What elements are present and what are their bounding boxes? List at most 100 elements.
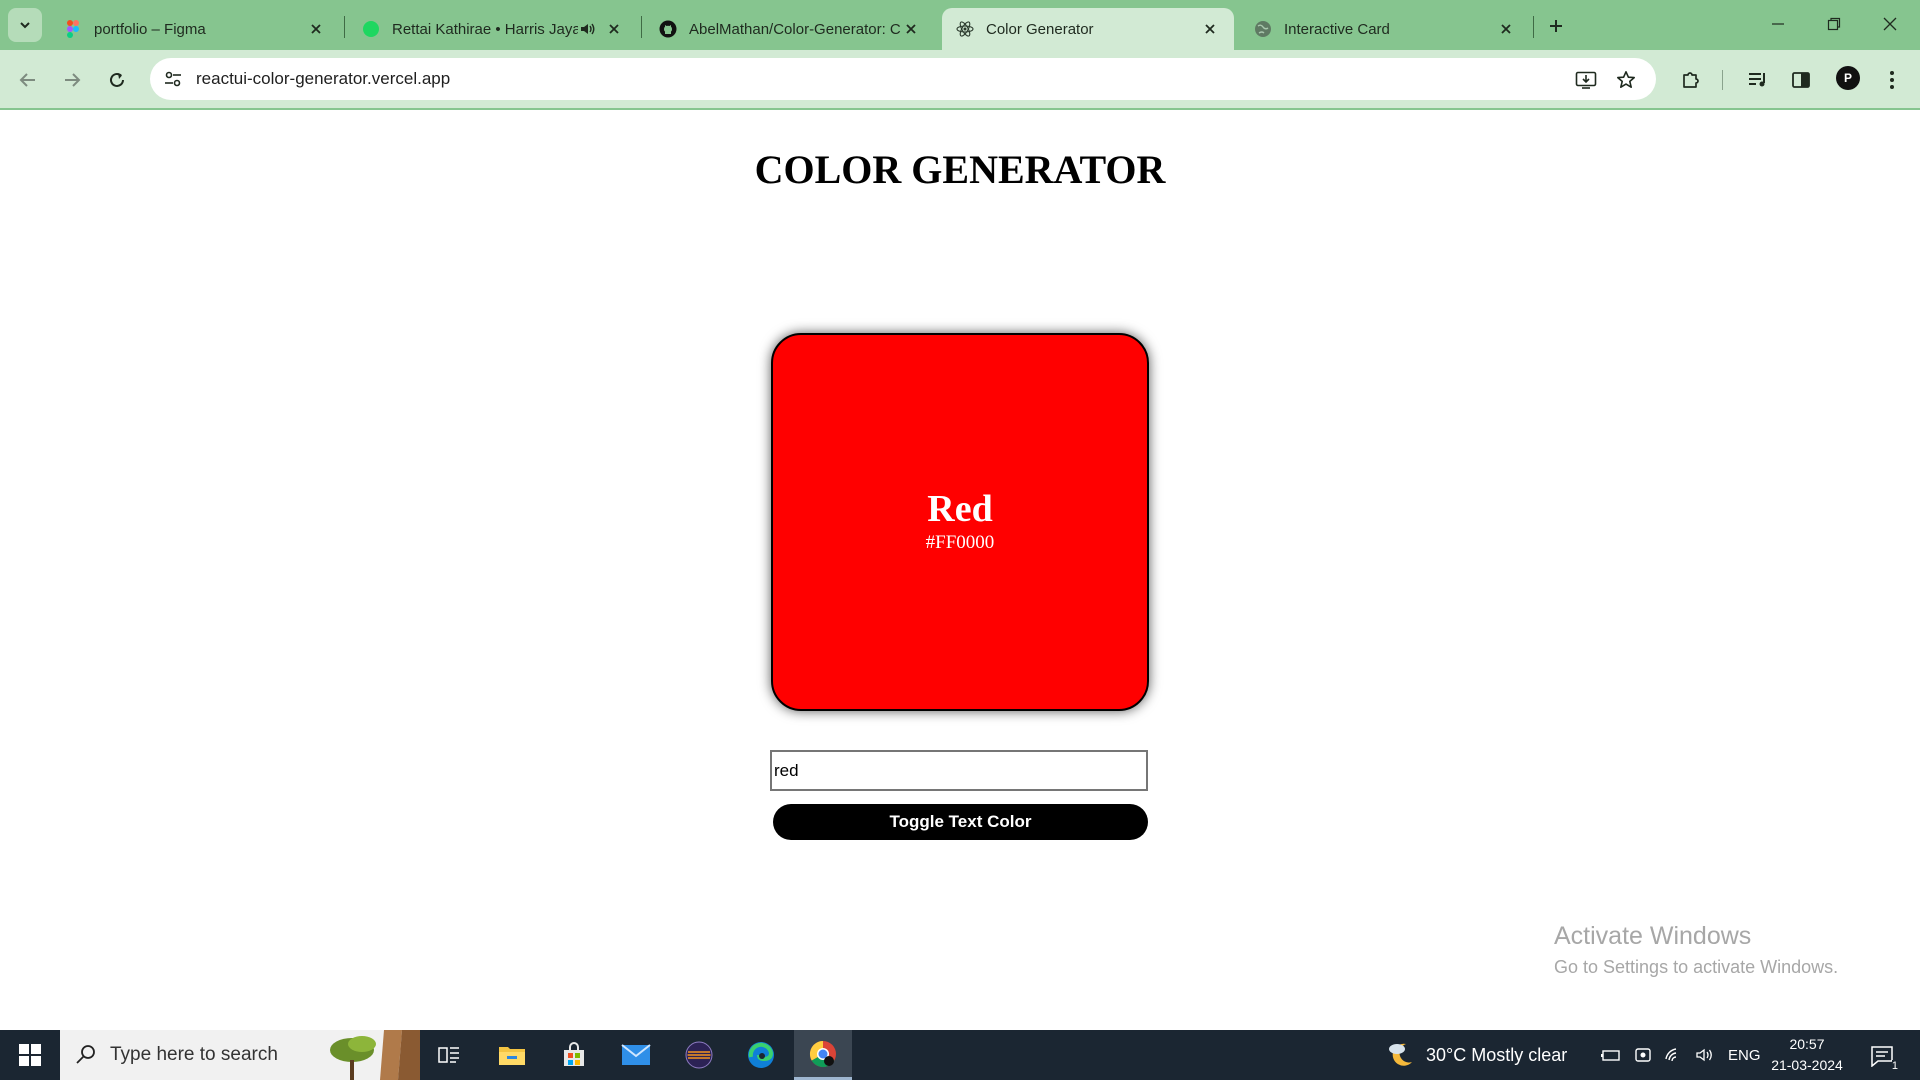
tab-strip: portfolio – Figma Rettai Kathirae • Harr… [0,0,1920,50]
color-name: Red [927,488,993,531]
browser-frame: portfolio – Figma Rettai Kathirae • Harr… [0,0,1920,110]
tab-divider [1533,16,1534,38]
profile-avatar[interactable]: P [1836,66,1860,90]
weather-text: 30°C Mostly clear [1426,1044,1568,1065]
volume-icon[interactable] [1696,1047,1716,1063]
tab-title: portfolio – Figma [94,20,206,38]
weather-widget[interactable]: 30°C Mostly clear [1386,1030,1567,1080]
figma-icon [64,20,82,38]
react-icon [956,20,974,38]
close-icon[interactable] [604,19,624,39]
music-icon [362,20,380,38]
system-tray-icons: ENG [1600,1030,1761,1080]
color-input[interactable]: red [770,750,1148,791]
notification-count: 1 [1891,1060,1898,1072]
restore-icon [1827,17,1841,31]
speaker-icon[interactable] [578,19,598,39]
search-highlight-illustration [322,1030,420,1080]
clock-time: 20:57 [1789,1036,1825,1052]
tab-title: AbelMathan/Color-Generator: C [689,20,901,38]
globe-icon [1254,20,1272,38]
taskbar-clock[interactable]: 20:57 21-03-2024 [1762,1034,1852,1076]
close-icon[interactable] [901,19,921,39]
battery-icon[interactable] [1600,1047,1622,1063]
arrow-left-icon [19,73,35,87]
watermark-title: Activate Windows [1554,922,1752,950]
tab-title: Color Generator [986,20,1094,38]
folder-icon [499,1047,525,1065]
new-tab-button[interactable] [1540,10,1572,42]
watermark-subtitle: Go to Settings to activate Windows. [1554,957,1839,977]
arrow-right-icon [65,73,81,87]
minimize-icon [1772,23,1784,25]
task-view-icon [438,1047,459,1063]
address-bar[interactable]: reactui-color-generator.vercel.app [150,58,1656,100]
url-text[interactable]: reactui-color-generator.vercel.app [196,69,450,89]
site-settings-icon[interactable] [162,68,184,90]
plus-icon [1550,20,1562,32]
activate-windows-watermark: Activate Windows Go to Settings to activ… [1554,922,1838,978]
tab-title: Rettai Kathirae • Harris Jaya [392,20,578,38]
eclipse-button[interactable] [670,1030,728,1080]
menu-button[interactable] [1874,62,1910,98]
tab-github[interactable]: AbelMathan/Color-Generator: C [645,8,935,50]
edge-button[interactable] [732,1030,790,1080]
puzzle-icon [1683,72,1699,88]
reload-icon [110,72,124,87]
notification-icon [1871,1046,1893,1067]
start-button[interactable] [0,1030,60,1080]
media-queue-icon [1749,73,1765,87]
microsoft-store-button[interactable] [545,1030,603,1080]
meet-now-icon[interactable] [1634,1046,1652,1064]
file-explorer-button[interactable] [483,1030,541,1080]
side-panel-icon [1792,72,1810,88]
clock-date: 21-03-2024 [1771,1057,1843,1073]
wifi-icon[interactable] [1664,1047,1684,1063]
tab-divider [344,16,345,38]
page-title: COLOR GENERATOR [754,147,1166,192]
media-controls-button[interactable] [1740,62,1776,98]
search-placeholder: Type here to search [110,1044,278,1065]
tab-divider [641,16,642,38]
tab-music[interactable]: Rettai Kathirae • Harris Jaya [348,8,638,50]
color-swatch: Red #FF0000 [771,333,1149,711]
close-icon[interactable] [306,19,326,39]
toolbar-divider [1722,70,1723,90]
tab-figma[interactable]: portfolio – Figma [50,8,340,50]
windows-logo-icon [19,1044,41,1066]
tab-interactive-card[interactable]: Interactive Card [1240,8,1530,50]
mail-icon [621,1044,651,1065]
chrome-button[interactable] [794,1030,852,1080]
mail-button[interactable] [607,1030,665,1080]
extensions-button[interactable] [1673,62,1709,98]
tab-search-button[interactable] [8,8,42,42]
taskbar: Type here to search 30°C Mostly clear EN… [0,1030,1920,1080]
moon-cloud-icon [1389,1043,1412,1066]
task-view-button[interactable] [420,1030,478,1080]
close-icon [1883,17,1897,31]
input-language[interactable]: ENG [1728,1047,1761,1064]
search-icon [76,1045,95,1064]
edge-icon [748,1042,774,1068]
reload-button[interactable] [99,62,135,98]
toggle-text-color-button[interactable]: Toggle Text Color [773,804,1148,840]
side-panel-button[interactable] [1783,62,1819,98]
github-icon [659,20,677,38]
web-page: COLOR GENERATOR Red #FF0000 red Toggle T… [0,110,1920,1030]
forward-button[interactable] [54,62,90,98]
bookmark-star-icon[interactable] [1614,68,1638,92]
minimize-button[interactable] [1750,6,1806,42]
chevron-down-icon [20,22,30,29]
chrome-icon [809,1040,836,1067]
close-window-button[interactable] [1862,6,1918,42]
close-icon[interactable] [1200,19,1220,39]
tab-color-generator[interactable]: Color Generator [942,8,1234,50]
tab-title: Interactive Card [1284,20,1390,38]
restore-button[interactable] [1806,6,1862,42]
back-button[interactable] [10,62,46,98]
taskbar-search[interactable]: Type here to search [60,1030,420,1080]
install-app-icon[interactable] [1574,68,1598,92]
store-icon [564,1042,584,1066]
notification-center-button[interactable]: 1 [1864,1038,1900,1074]
close-icon[interactable] [1496,19,1516,39]
